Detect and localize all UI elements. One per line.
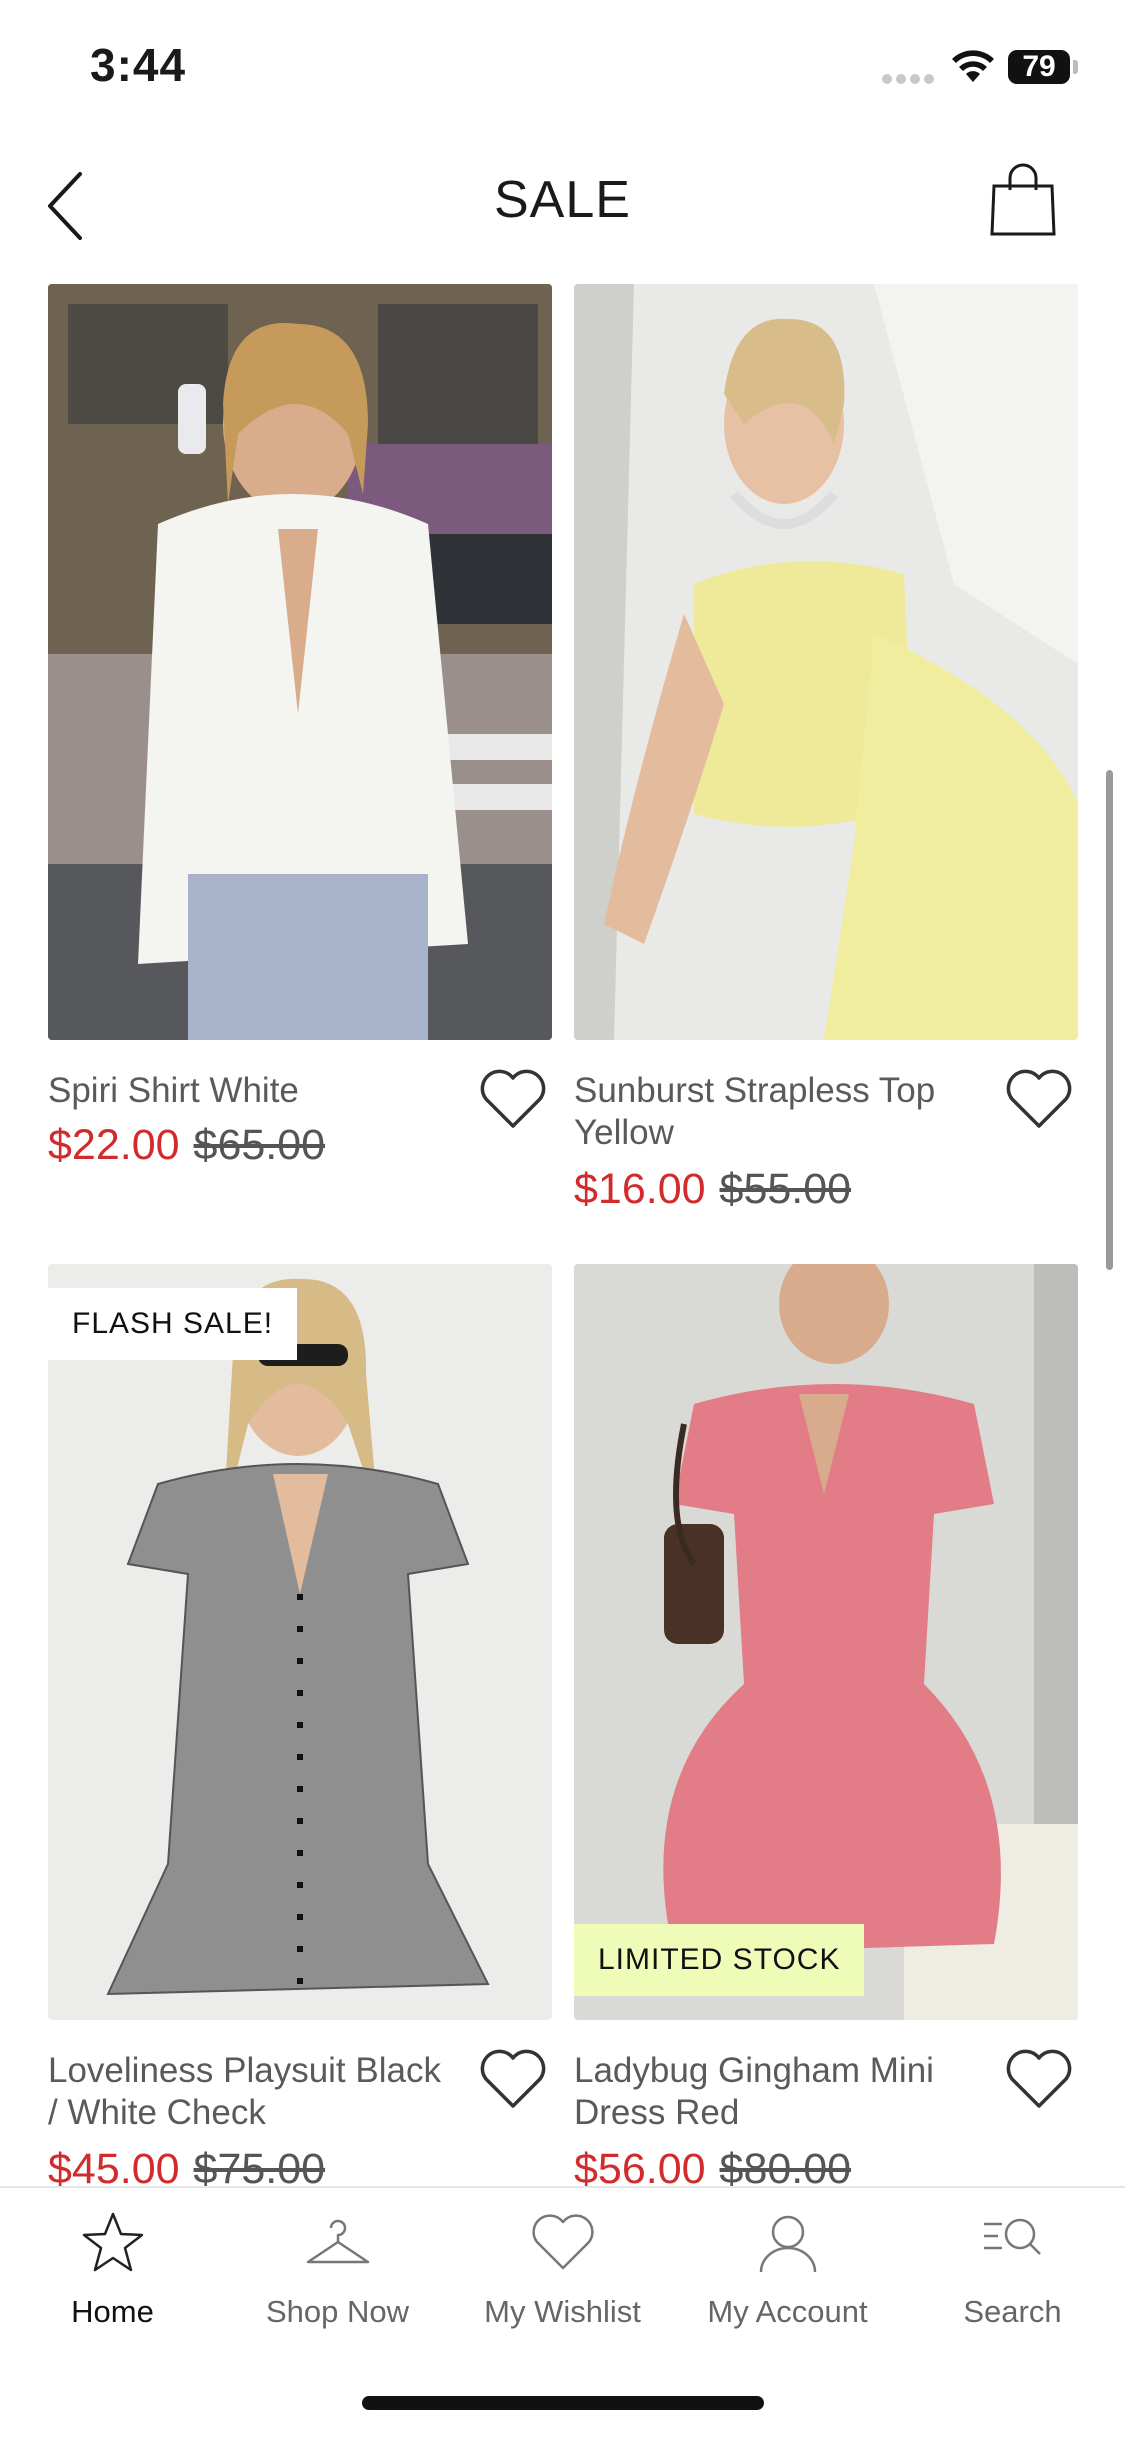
flash-sale-badge: FLASH SALE! [48, 1288, 298, 1360]
tab-label: Home [71, 2294, 154, 2329]
tab-label: My Wishlist [484, 2294, 641, 2329]
tab-my-wishlist[interactable]: My Wishlist [450, 2188, 675, 2338]
wishlist-heart-icon[interactable] [478, 1068, 548, 1132]
product-image[interactable] [574, 1264, 1078, 2020]
search-list-icon [984, 2218, 1041, 2255]
product-image[interactable] [48, 284, 552, 1040]
sale-price: $16.00 [574, 1165, 706, 1213]
tab-label: Shop Now [265, 2294, 410, 2329]
wifi-icon [952, 50, 994, 82]
product-name[interactable]: Spiri Shirt White [48, 1070, 448, 1112]
page-title: SALE [494, 171, 631, 229]
product-name[interactable]: Loveliness Playsuit Black / White Check [48, 2050, 448, 2134]
original-price: $65.00 [193, 1121, 326, 1169]
wishlist-heart-icon[interactable] [1004, 2048, 1074, 2112]
battery-cap [1073, 60, 1078, 74]
tab-shop-now[interactable]: Shop Now [225, 2188, 450, 2338]
heart-icon [532, 2214, 594, 2270]
top-navigation: SALE [0, 140, 1125, 270]
limited-stock-badge: LIMITED STOCK [574, 1924, 865, 1996]
tab-label: Search [963, 2294, 1062, 2329]
product-image[interactable] [48, 1264, 552, 2020]
product-name[interactable]: Sunburst Strapless Top Yellow [574, 1070, 974, 1154]
tab-home[interactable]: Home [0, 2188, 225, 2338]
status-bar: 3:44 79 [0, 0, 1125, 140]
status-time: 3:44 [90, 39, 187, 91]
battery-icon: 79 [1008, 50, 1070, 84]
product-image[interactable] [574, 284, 1078, 1040]
user-icon [759, 2215, 817, 2273]
original-price: $55.00 [719, 1165, 852, 1213]
wishlist-heart-icon[interactable] [1004, 1068, 1074, 1132]
product-name[interactable]: Ladybug Gingham Mini Dress Red [574, 2050, 974, 2134]
hanger-icon [306, 2219, 370, 2264]
product-price-row: $22.00 $65.00 [48, 1120, 325, 1170]
cellular-signal-icon [882, 74, 936, 84]
tab-my-account[interactable]: My Account [675, 2188, 900, 2338]
home-indicator[interactable] [362, 2396, 764, 2410]
tab-label: My Account [707, 2294, 868, 2329]
shopping-bag-icon[interactable] [988, 160, 1058, 240]
product-price-row: $16.00 $55.00 [574, 1164, 851, 1214]
scroll-indicator[interactable] [1106, 770, 1113, 1270]
star-icon [82, 2212, 144, 2272]
sale-price: $22.00 [48, 1121, 180, 1169]
tab-search[interactable]: Search [900, 2188, 1125, 2338]
wishlist-heart-icon[interactable] [478, 2048, 548, 2112]
